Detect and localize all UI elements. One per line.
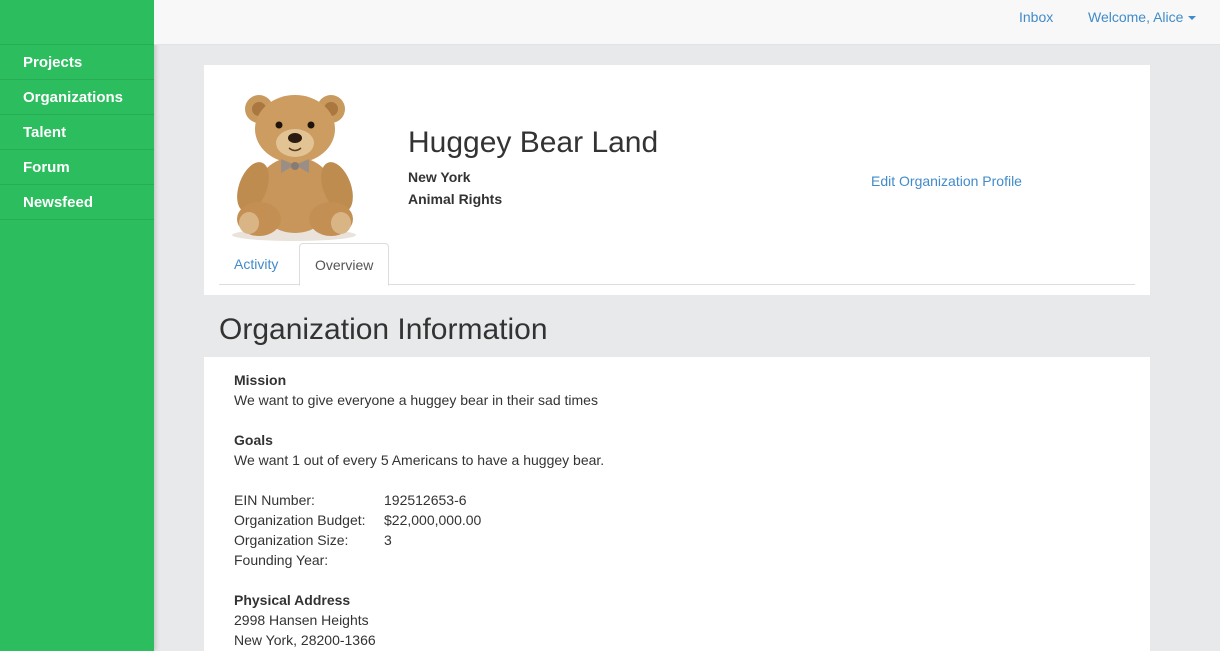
caret-down-icon — [1188, 16, 1197, 21]
sidebar-item-projects[interactable]: Projects — [0, 45, 154, 80]
goals-text: We want 1 out of every 5 Americans to ha… — [234, 452, 605, 468]
top-navbar: Inbox Welcome, Alice — [154, 0, 1220, 45]
org-profile-card: Huggey Bear Land New York Animal Rights … — [204, 65, 1150, 295]
sidebar-item-newsfeed[interactable]: Newsfeed — [0, 185, 154, 220]
profile-tabs: Activity Overview — [219, 243, 1135, 286]
org-facts-table: EIN Number: 192512653-6 Organization Bud… — [234, 490, 481, 570]
org-cause: Animal Rights — [408, 191, 503, 207]
mission-text: We want to give everyone a huggey bear i… — [234, 392, 598, 408]
fact-key: Organization Budget: — [234, 512, 366, 528]
org-information-panel: Mission We want to give everyone a hugge… — [204, 357, 1150, 651]
fact-row-budget: Organization Budget: $22,000,000.00 — [234, 510, 481, 530]
tab-activity[interactable]: Activity — [219, 243, 293, 285]
welcome-label: Welcome, Alice — [1088, 9, 1184, 25]
sidebar-item-talent[interactable]: Talent — [0, 115, 154, 150]
fact-key: Founding Year: — [234, 552, 329, 568]
fact-value: 192512653-6 — [384, 492, 467, 508]
sidebar-header — [0, 0, 154, 45]
address-line-1: 2998 Hansen Heights — [234, 612, 369, 628]
sidebar: Projects Organizations Talent Forum News… — [0, 0, 154, 651]
fact-key: Organization Size: — [234, 532, 349, 548]
fact-value: 3 — [384, 532, 392, 548]
edit-organization-profile-link[interactable]: Edit Organization Profile — [871, 173, 1022, 189]
mission-label: Mission — [234, 372, 287, 388]
teddy-bear-avatar — [219, 87, 369, 242]
fact-row-size: Organization Size: 3 — [234, 530, 481, 550]
tab-overview[interactable]: Overview — [299, 243, 390, 286]
org-location: New York — [408, 169, 471, 185]
address-label: Physical Address — [234, 592, 351, 608]
fact-key: EIN Number: — [234, 492, 315, 508]
fact-row-ein: EIN Number: 192512653-6 — [234, 490, 481, 510]
fact-row-founding-year: Founding Year: — [234, 550, 481, 570]
fact-value: $22,000,000.00 — [384, 512, 482, 528]
inbox-link[interactable]: Inbox — [1019, 9, 1053, 25]
sidebar-item-forum[interactable]: Forum — [0, 150, 154, 185]
goals-label: Goals — [234, 432, 273, 448]
address-line-2: New York, 28200-1366 — [234, 632, 376, 648]
fact-value — [384, 550, 481, 570]
section-title: Organization Information — [219, 313, 548, 346]
org-name: Huggey Bear Land — [408, 126, 659, 159]
user-menu-dropdown[interactable]: Welcome, Alice — [1088, 9, 1197, 25]
sidebar-item-organizations[interactable]: Organizations — [0, 80, 154, 115]
